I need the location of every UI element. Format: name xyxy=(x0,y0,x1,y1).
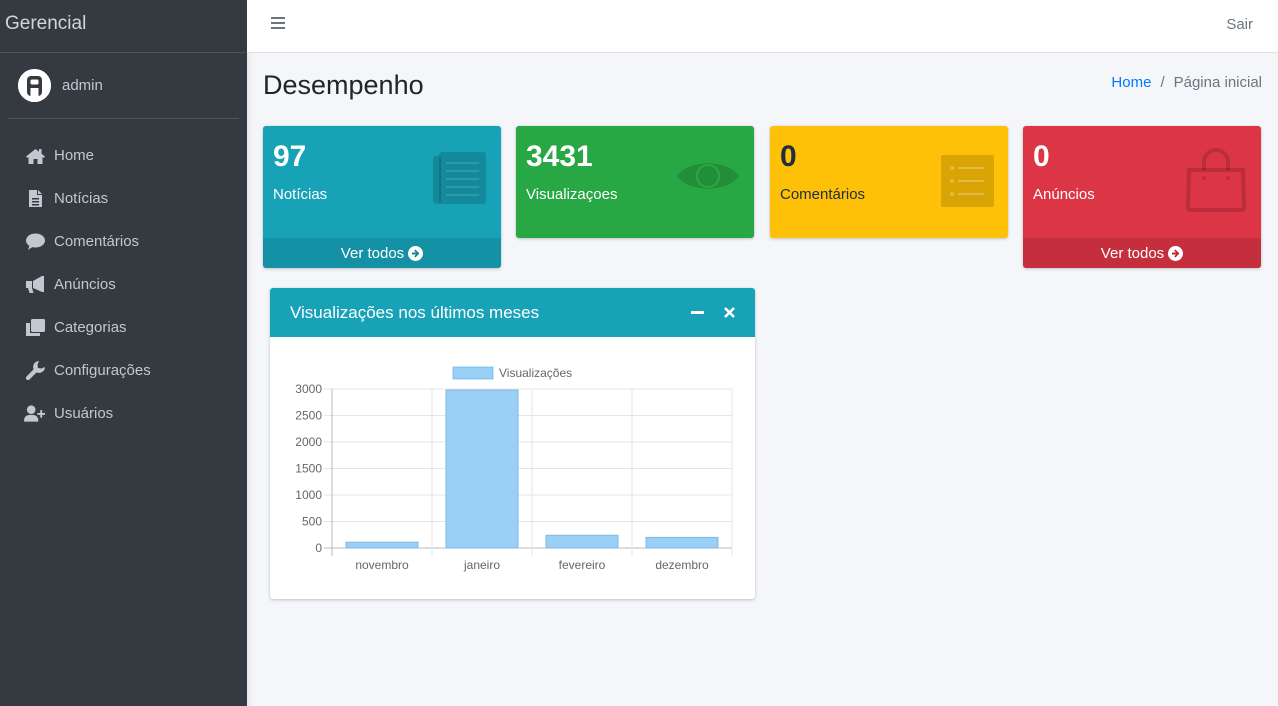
sidebar-item-label: Comentários xyxy=(54,233,140,250)
y-tick-label: 2000 xyxy=(295,435,322,449)
sidebar-nav: Home Notícias Comentários Anúncios Categ… xyxy=(0,134,247,435)
sidebar-item-usuarios[interactable]: Usuários xyxy=(0,392,247,435)
list-icon xyxy=(941,155,994,212)
ver-todos-anuncios-link[interactable]: Ver todos xyxy=(1023,238,1261,268)
top-navbar: Sair xyxy=(247,0,1278,53)
arrow-circle-right-icon xyxy=(1168,245,1184,261)
legend-label: Visualizações xyxy=(499,366,572,380)
y-tick-label: 1000 xyxy=(295,488,322,502)
sidebar-item-label: Configurações xyxy=(54,362,151,379)
sidebar-item-noticias[interactable]: Notícias xyxy=(0,177,247,220)
breadcrumb: Home / Página inicial xyxy=(1111,74,1262,91)
close-icon[interactable] xyxy=(721,304,737,320)
sidebar-item-label: Home xyxy=(54,147,95,164)
user-plus-icon xyxy=(24,404,46,424)
stat-box-anuncios: 0 Anúncios Ver todos xyxy=(1023,126,1261,268)
x-tick-label: novembro xyxy=(355,558,409,572)
breadcrumb-home-link[interactable]: Home xyxy=(1111,74,1151,91)
shopping-bag-icon xyxy=(1185,148,1247,217)
home-icon xyxy=(24,146,46,166)
card-tools xyxy=(673,304,737,320)
sidebar-item-comentarios[interactable]: Comentários xyxy=(0,220,247,263)
sidebar-item-anuncios[interactable]: Anúncios xyxy=(0,263,247,306)
sidebar-item-label: Notícias xyxy=(54,190,109,207)
views-chart-card: Visualizações nos últimos meses Visualiz… xyxy=(270,288,755,599)
stat-box-comentarios: 0 Comentários xyxy=(770,126,1008,238)
user-panel[interactable]: admin xyxy=(8,53,239,119)
y-tick-label: 1500 xyxy=(295,462,322,476)
y-tick-label: 0 xyxy=(315,541,322,555)
sidebar-shadow xyxy=(247,53,253,706)
newspaper-icon xyxy=(433,150,487,211)
x-tick-label: janeiro xyxy=(463,558,500,572)
card-header: Visualizações nos últimos meses xyxy=(270,288,755,337)
y-tick-label: 500 xyxy=(302,515,322,529)
footer-label: Ver todos xyxy=(1100,244,1165,262)
menu-toggle-icon[interactable] xyxy=(271,17,285,31)
wrench-icon xyxy=(24,361,46,381)
y-tick-label: 3000 xyxy=(295,382,322,396)
user-name[interactable]: admin xyxy=(62,77,103,94)
user-avatar-icon xyxy=(18,69,51,102)
bar-chart: Visualizações 0 500 1000 1500 2000 2500 3000 nov… xyxy=(295,366,733,572)
x-tick-label: fevereiro xyxy=(559,558,606,572)
legend-swatch xyxy=(452,366,494,380)
y-tick-label: 2500 xyxy=(295,409,322,423)
bullhorn-icon xyxy=(24,275,46,295)
minimize-icon[interactable] xyxy=(689,304,705,320)
brand-title[interactable]: Gerencial xyxy=(0,0,247,53)
sidebar-item-home[interactable]: Home xyxy=(0,134,247,177)
page-title: Desempenho xyxy=(263,70,424,100)
clone-icon xyxy=(24,318,46,338)
breadcrumb-separator: / xyxy=(1160,74,1165,91)
avatar[interactable] xyxy=(18,69,51,102)
sidebar-item-configuracoes[interactable]: Configurações xyxy=(0,349,247,392)
bar-dezembro xyxy=(645,536,719,549)
ver-todos-noticias-link[interactable]: Ver todos xyxy=(263,238,501,268)
logout-link[interactable]: Sair xyxy=(1226,16,1253,33)
x-tick-label: dezembro xyxy=(655,558,709,572)
card-title: Visualizações nos últimos meses xyxy=(290,302,540,322)
sidebar-item-label: Categorias xyxy=(54,319,127,336)
footer-label: Ver todos xyxy=(340,244,405,262)
bar-novembro xyxy=(345,541,419,549)
sidebar-item-categorias[interactable]: Categorias xyxy=(0,306,247,349)
sidebar-item-label: Anúncios xyxy=(54,276,116,293)
stat-box-visualizacoes: 3431 Visualizaçoes xyxy=(516,126,754,238)
bar-fevereiro xyxy=(545,534,619,549)
bar-janeiro xyxy=(445,389,519,549)
sidebar: Gerencial admin Home Notícias Comentário… xyxy=(0,0,247,706)
arrow-circle-right-icon xyxy=(408,245,424,261)
file-icon xyxy=(24,189,46,209)
comment-icon xyxy=(24,232,46,252)
eye-icon xyxy=(677,156,739,201)
stat-box-noticias: 97 Notícias Ver todos xyxy=(263,126,501,268)
breadcrumb-current: Página inicial xyxy=(1173,74,1262,91)
sidebar-item-label: Usuários xyxy=(54,405,114,422)
